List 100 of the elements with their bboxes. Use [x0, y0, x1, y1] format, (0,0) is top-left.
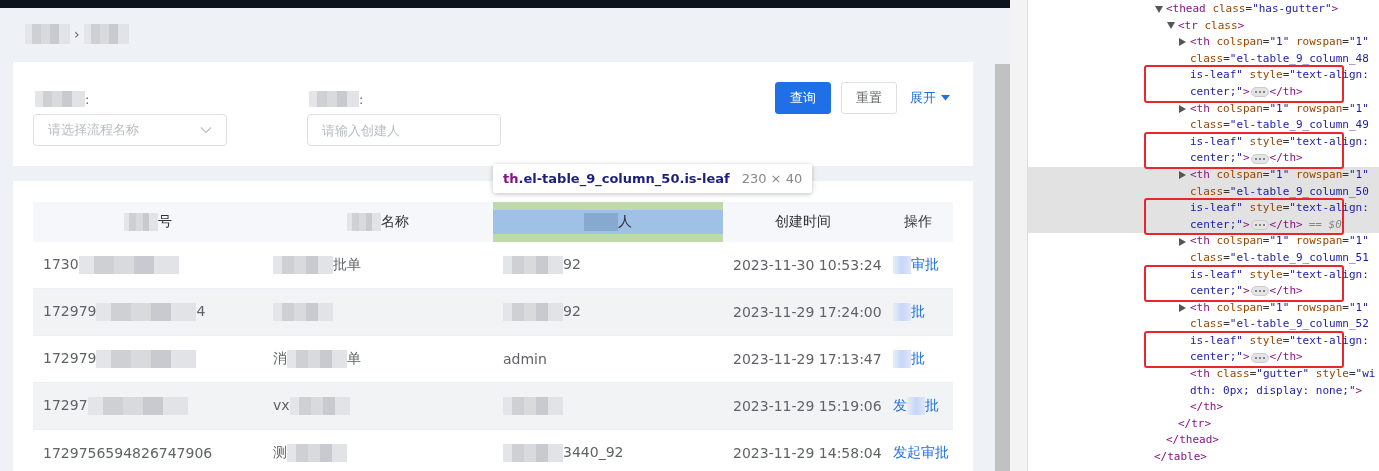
redaction-mosaic — [25, 24, 70, 44]
input-field[interactable]: 请输入创建人 — [307, 114, 501, 146]
code-line: </th> — [1269, 283, 1303, 300]
redaction-mosaic — [287, 444, 347, 462]
chevron-down-icon — [200, 126, 212, 134]
redaction-mosaic — [124, 213, 158, 231]
code-line: <th colspan="1" rowspan="1" — [1190, 166, 1369, 183]
redaction-mosaic — [273, 303, 333, 321]
column-header: 名称 — [381, 213, 409, 229]
redaction-mosaic — [35, 91, 85, 107]
redaction-mosaic — [893, 303, 911, 321]
cell-text: 2023-11-29 17:24:00 — [733, 304, 882, 320]
code-line: class="el-table_9_column_48 — [1190, 50, 1369, 67]
code-line: class="el-table_9_column_50 — [1190, 183, 1369, 200]
redaction-mosaic — [273, 256, 333, 274]
code-line: </thead> — [1166, 432, 1219, 449]
cell-text: admin — [503, 351, 547, 367]
cell-text: 4 — [196, 303, 206, 319]
caret-right-icon[interactable] — [1179, 304, 1186, 312]
code-line: center;"> — [1190, 283, 1250, 300]
cell-text: 3440_92 — [563, 444, 624, 460]
cell-text: vx — [273, 397, 290, 413]
approve-link[interactable]: 发 — [893, 397, 907, 413]
redaction-mosaic — [309, 91, 359, 107]
approve-link[interactable]: 批 — [911, 303, 925, 319]
cell-text: 172979 — [43, 303, 97, 319]
field-label: : — [85, 91, 90, 107]
code-line: center;"> — [1190, 150, 1250, 167]
code-line: </th> — [1269, 83, 1303, 100]
caret-down-icon — [941, 95, 950, 101]
approve-link[interactable]: 批 — [925, 397, 939, 413]
code-line: <tr class> — [1178, 17, 1245, 34]
code-line: <thead class="has-gutter"> — [1166, 1, 1339, 17]
code-line: center;"> — [1190, 83, 1250, 100]
cell-text: 172979 — [43, 350, 97, 366]
caret-right-icon[interactable] — [1179, 38, 1186, 47]
console-ref: == $0 — [1308, 216, 1342, 233]
cell-text: 17297 — [43, 397, 88, 413]
caret-right-icon[interactable] — [1179, 104, 1186, 113]
ellipsis-icon[interactable] — [1250, 286, 1269, 297]
search-button[interactable]: 查询 — [775, 82, 831, 114]
caret-right-icon[interactable] — [1179, 237, 1186, 246]
redaction-mosaic — [503, 397, 563, 415]
code-line: </table> — [1154, 449, 1207, 466]
code-line: </tr> — [1178, 415, 1212, 432]
cell-text: 消 — [273, 350, 287, 366]
column-header: 人 — [618, 213, 632, 229]
cell-text: 2023-11-29 15:19:06 — [733, 398, 882, 414]
code-line: </th> — [1269, 150, 1303, 167]
redaction-mosaic — [503, 256, 563, 274]
cell-text: 测 — [273, 444, 287, 460]
element-selector: th.el-table_9_column_50.is-leaf — [503, 171, 730, 186]
cell-text: 批单 — [333, 256, 361, 272]
expand-link[interactable]: 展开 — [907, 82, 953, 114]
code-line: dth: 0px; display: none;"> — [1190, 382, 1363, 399]
code-line: <th colspan="1" rowspan="1" — [1190, 34, 1369, 51]
redaction-mosaic — [893, 256, 911, 274]
caret-right-icon[interactable] — [1179, 171, 1186, 180]
redaction-mosaic — [907, 397, 925, 415]
cell-text: 1729756594826747906 — [43, 445, 213, 461]
column-header: 号 — [158, 213, 172, 229]
code-line: </th> — [1190, 399, 1224, 416]
cell-text: 2023-11-29 17:13:47 — [733, 351, 882, 367]
ellipsis-icon[interactable] — [1250, 87, 1269, 98]
code-line: center;"> — [1190, 216, 1250, 233]
redaction-mosaic — [893, 350, 911, 368]
redaction-mosaic — [289, 397, 350, 415]
redaction-mosaic — [503, 303, 563, 321]
caret-down-icon[interactable] — [1155, 5, 1163, 13]
cell-text: 92 — [563, 256, 581, 272]
scrollbar-thumb[interactable] — [995, 64, 1010, 471]
code-line: </th> — [1269, 349, 1303, 366]
cell-text: 1730 — [43, 256, 79, 272]
approve-link[interactable]: 审批 — [911, 256, 939, 272]
ellipsis-icon[interactable] — [1250, 153, 1269, 164]
redaction-mosaic — [503, 444, 563, 462]
field-label: : — [359, 91, 364, 107]
column-header: 创建时间 — [775, 213, 831, 229]
column-header: 操作 — [904, 213, 932, 229]
approve-link[interactable]: 批 — [911, 350, 925, 366]
ellipsis-icon[interactable] — [1250, 220, 1269, 230]
code-line: <th class="gutter" style="wi — [1190, 366, 1376, 383]
code-line: <th colspan="1" rowspan="1" — [1190, 100, 1369, 117]
code-line: center;"> — [1190, 349, 1250, 366]
approve-link[interactable]: 发起审批 — [893, 444, 949, 460]
redaction-mosaic — [83, 24, 129, 44]
element-size: 230 × 40 — [741, 171, 803, 186]
caret-down-icon[interactable] — [1167, 22, 1175, 30]
code-line: <th colspan="1" rowspan="1" — [1190, 233, 1369, 250]
code-line: class="el-table_9_column_49 — [1190, 117, 1369, 134]
breadcrumb-item[interactable]: › — [74, 26, 80, 42]
cell-text: 2023-11-30 10:53:24 — [733, 257, 882, 273]
redaction-mosaic — [584, 213, 618, 231]
redaction-mosaic — [347, 213, 381, 231]
reset-button[interactable]: 重置 — [841, 82, 897, 114]
cell-text: 单 — [347, 350, 361, 366]
cell-text: 2023-11-29 14:58:04 — [733, 445, 882, 461]
code-line: class="el-table_9_column_51 — [1190, 249, 1369, 266]
cell-text: 92 — [563, 303, 581, 319]
ellipsis-icon[interactable] — [1250, 352, 1269, 363]
